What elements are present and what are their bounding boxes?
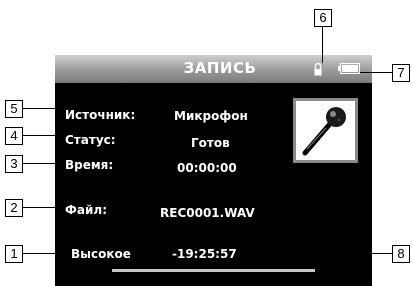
file-value: REC0001.WAV bbox=[160, 206, 255, 220]
recorder-screen: ЗАПИСЬ Источник: Микрофон Статус: Готов … bbox=[55, 55, 372, 286]
callout-8-leader bbox=[237, 253, 392, 254]
title-bar: ЗАПИСЬ bbox=[55, 55, 372, 83]
microphone-picture bbox=[293, 98, 358, 163]
progress-bar bbox=[112, 269, 315, 272]
callout-3-leader bbox=[23, 163, 65, 164]
source-label: Источник: bbox=[65, 108, 136, 122]
status-value: Готов bbox=[191, 136, 230, 150]
page-title: ЗАПИСЬ bbox=[183, 59, 257, 77]
quality-value: Высокое bbox=[71, 247, 131, 261]
file-label: Файл: bbox=[65, 203, 107, 217]
callout-1-leader bbox=[23, 253, 71, 254]
battery-icon bbox=[338, 63, 360, 74]
time-label: Время: bbox=[65, 158, 114, 172]
callout-6-leader bbox=[322, 27, 323, 63]
callout-7: 7 bbox=[392, 64, 410, 82]
callout-6: 6 bbox=[314, 9, 332, 27]
callout-8: 8 bbox=[392, 245, 410, 263]
time-value: 00:00:00 bbox=[177, 161, 237, 175]
remaining-time: -19:25:57 bbox=[172, 247, 237, 261]
callout-5-leader bbox=[23, 108, 65, 109]
callout-3: 3 bbox=[5, 155, 23, 173]
callout-5: 5 bbox=[5, 100, 23, 118]
callout-7-leader bbox=[360, 72, 392, 73]
lock-icon bbox=[314, 62, 322, 76]
callout-4: 4 bbox=[5, 127, 23, 145]
callout-2: 2 bbox=[5, 199, 23, 217]
callout-2-leader bbox=[23, 207, 65, 208]
callout-1: 1 bbox=[5, 245, 23, 263]
callout-4-leader bbox=[23, 135, 65, 136]
microphone-icon bbox=[302, 107, 346, 156]
status-label: Статус: bbox=[65, 133, 116, 147]
source-value: Микрофон bbox=[174, 109, 248, 123]
